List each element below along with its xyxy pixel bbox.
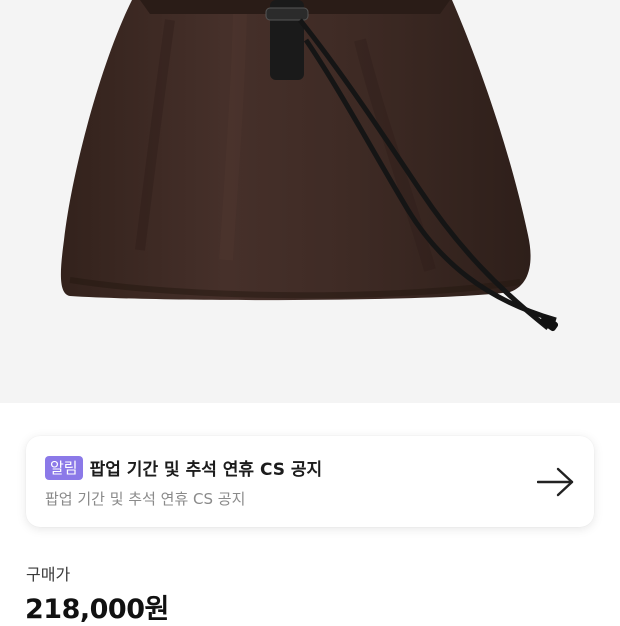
product-image[interactable] <box>0 0 620 403</box>
bag-illustration <box>60 0 559 332</box>
notice-title: 팝업 기간 및 추석 연휴 CS 공지 <box>89 460 323 480</box>
notice-badge: 알림 <box>45 455 83 480</box>
notice-header: 알림 팝업 기간 및 추석 연휴 CS 공지 <box>45 455 322 480</box>
price-value: 218,000원 <box>25 594 169 625</box>
notice-subtitle: 팝업 기간 및 추석 연휴 CS 공지 <box>45 490 246 508</box>
price-label: 구매가 <box>26 565 71 584</box>
arrow-right-icon[interactable] <box>537 466 575 498</box>
notice-card[interactable]: 알림 팝업 기간 및 추석 연휴 CS 공지 팝업 기간 및 추석 연휴 CS … <box>26 436 594 527</box>
